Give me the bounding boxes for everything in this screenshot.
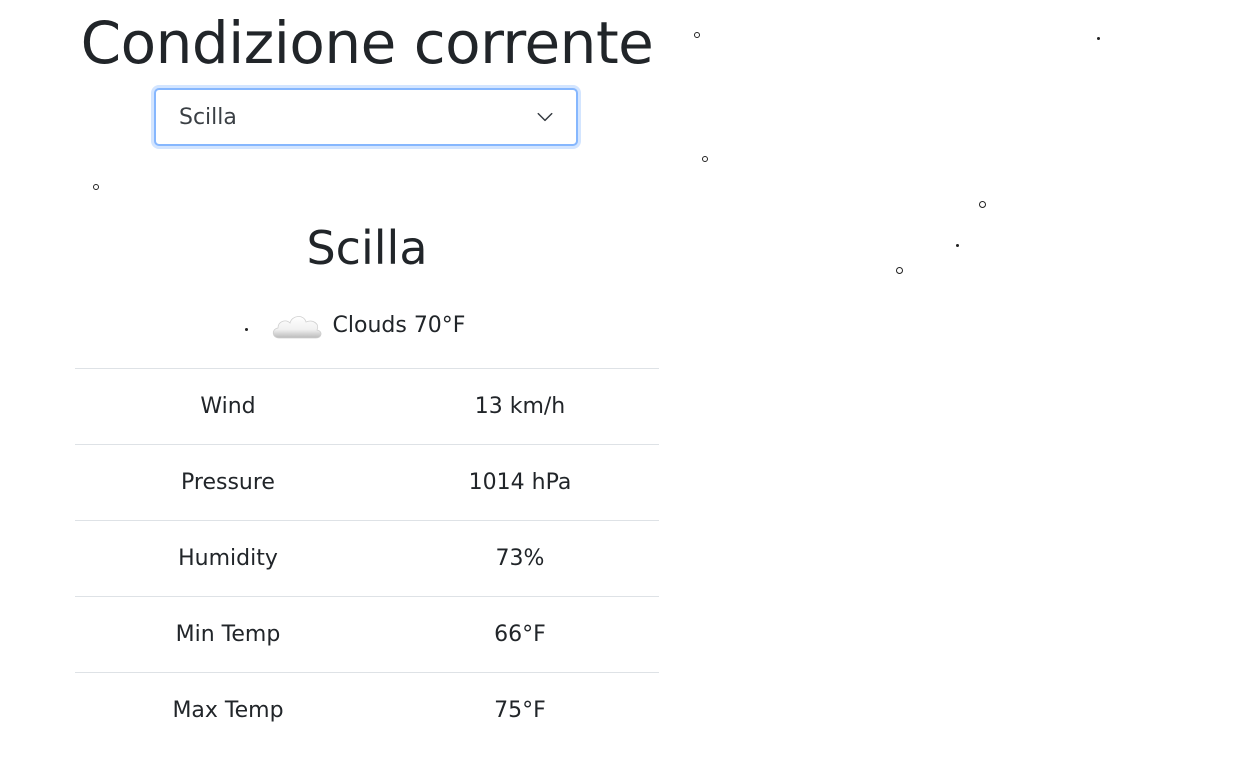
stat-label-max-temp: Max Temp [75,672,381,748]
table-row: Min Temp 66°F [75,596,659,673]
speck [979,201,986,208]
chevron-down-icon [537,112,553,122]
stat-label-wind: Wind [75,368,381,445]
stat-value-humidity: 73% [381,520,659,597]
speck [93,184,99,190]
speck [702,156,708,162]
weather-stats-table: Wind 13 km/h Pressure 1014 hPa Humidity … [75,368,659,748]
speck [1097,37,1100,40]
city-name: Scilla [306,221,428,275]
speck [956,244,959,247]
city-select[interactable]: Scilla [154,88,578,146]
stat-label-pressure: Pressure [75,444,381,521]
stat-label-humidity: Humidity [75,520,381,597]
condition-line: Clouds 70°F [75,308,659,344]
stat-value-pressure: 1014 hPa [381,444,659,521]
table-row: Wind 13 km/h [75,368,659,445]
table-row: Max Temp 75°F [75,672,659,748]
stat-value-min-temp: 66°F [381,596,659,673]
cloud-icon [272,316,321,339]
page-title: Condizione corrente [80,9,654,77]
speck [896,267,903,274]
stat-value-max-temp: 75°F [381,672,659,748]
page: Condizione corrente Scilla Scilla Clouds… [0,0,1253,758]
stat-label-min-temp: Min Temp [75,596,381,673]
stat-value-wind: 13 km/h [381,368,659,445]
table-row: Humidity 73% [75,520,659,597]
table-row: Pressure 1014 hPa [75,444,659,521]
speck [694,32,700,38]
city-select-value: Scilla [179,105,237,130]
condition-text: Clouds 70°F [332,313,466,338]
